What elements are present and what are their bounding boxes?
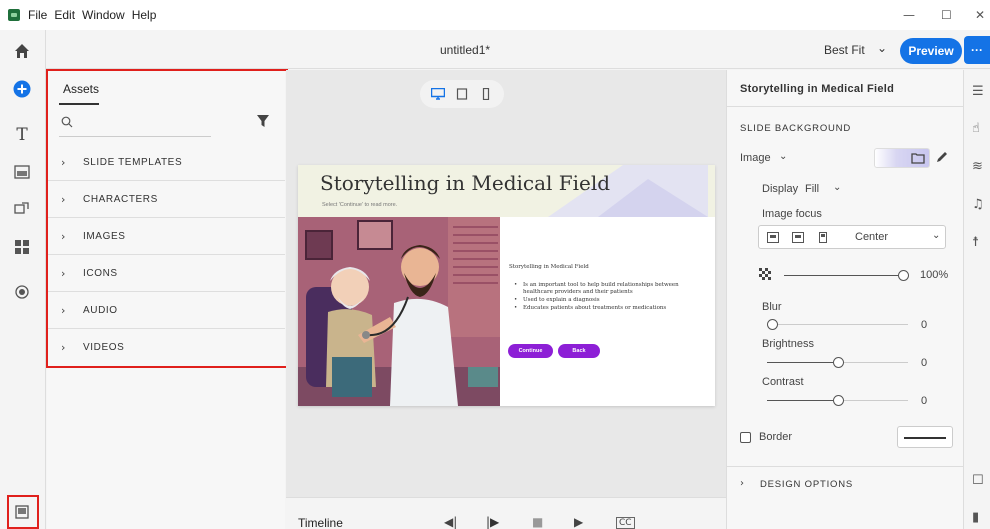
opacity-slider-handle[interactable]	[898, 270, 909, 281]
brightness-value: 0	[921, 357, 928, 369]
background-type-select[interactable]: Image	[740, 152, 771, 164]
minimize-button[interactable]: —	[903, 8, 915, 22]
image-focus-value: Center	[855, 231, 889, 243]
panel-icon[interactable]: ☐	[972, 473, 988, 489]
stop-icon[interactable]: ■	[532, 515, 543, 529]
slide-body-title[interactable]: Storytelling in Medical Field	[509, 264, 589, 270]
border-label: Border	[759, 431, 793, 443]
tablet-icon[interactable]	[455, 88, 469, 100]
media-icon[interactable]	[11, 161, 33, 183]
blur-value: 0	[921, 319, 928, 331]
chevron-down-icon: ⌄	[932, 230, 941, 241]
properties-panel: Storytelling in Medical Field SLIDE BACK…	[726, 70, 964, 529]
preview-button[interactable]: Preview	[900, 38, 962, 64]
contrast-slider-track[interactable]	[767, 400, 833, 401]
blur-slider-handle[interactable]	[767, 319, 778, 330]
slide-bullet: Is an important tool to help build relat…	[514, 282, 704, 296]
section-label: SLIDE BACKGROUND	[740, 123, 851, 134]
contrast-slider-handle[interactable]	[833, 395, 844, 406]
add-icon[interactable]	[11, 78, 33, 100]
slide[interactable]: Storytelling in Medical Field Select 'Co…	[298, 165, 715, 406]
slide-subtitle[interactable]: Select 'Continue' to read more.	[322, 202, 397, 208]
chevron-down-icon[interactable]: ⌄	[833, 182, 841, 193]
divider	[727, 106, 964, 107]
opacity-icon	[759, 268, 771, 280]
skip-back-icon[interactable]: ◀|	[444, 515, 457, 529]
accessibility-icon[interactable]: ☨	[972, 235, 988, 251]
play-icon[interactable]: ▶	[574, 515, 583, 529]
slide-bullet: Educates patients about treatments or me…	[514, 305, 704, 312]
title-bar: File Edit Window Help — ☐ ✕	[0, 0, 990, 30]
image-focus-label: Image focus	[762, 208, 822, 220]
chevron-right-icon[interactable]: ›	[740, 478, 744, 489]
focus-center-icon[interactable]	[792, 232, 804, 243]
display-select[interactable]: Fill	[805, 183, 819, 195]
top-toolbar: untitled1* Best Fit ⌄ Preview ···	[0, 30, 990, 69]
slide-continue-button[interactable]: Continue	[508, 344, 553, 358]
zoom-select[interactable]: Best Fit	[824, 43, 865, 57]
border-checkbox[interactable]	[740, 432, 751, 443]
device-toggle	[420, 80, 504, 108]
menu-help[interactable]: Help	[132, 8, 157, 22]
contrast-slider-track-rest[interactable]	[844, 400, 908, 401]
animation-icon[interactable]: ≋	[972, 159, 988, 175]
contrast-label: Contrast	[762, 376, 804, 388]
border-line-preview	[904, 437, 946, 439]
home-icon[interactable]	[11, 40, 33, 62]
close-button[interactable]: ✕	[975, 8, 985, 22]
interactions-icon[interactable]	[11, 198, 33, 220]
pencil-icon[interactable]	[935, 150, 949, 164]
focus-right-icon[interactable]	[817, 232, 829, 243]
opacity-value: 100%	[920, 269, 949, 281]
display-label: Display	[762, 183, 799, 195]
doctor-patient-illustration[interactable]	[298, 217, 500, 406]
divider	[727, 466, 964, 467]
left-rail: T	[0, 30, 46, 529]
audio-icon[interactable]: ♫	[972, 197, 988, 213]
timeline-label[interactable]: Timeline	[298, 516, 343, 529]
text-icon[interactable]: T	[11, 124, 33, 146]
interactions-icon[interactable]: ☝	[972, 121, 988, 137]
folder-icon[interactable]	[911, 152, 925, 164]
slide-bullet-list[interactable]: Is an important tool to help build relat…	[514, 282, 704, 313]
blur-slider-track[interactable]	[778, 324, 908, 325]
menu-window[interactable]: Window	[82, 8, 125, 22]
chevron-down-icon[interactable]: ⌄	[779, 151, 787, 162]
more-options-button[interactable]: ···	[964, 36, 990, 64]
widgets-icon[interactable]	[11, 236, 33, 258]
app-logo	[8, 9, 20, 21]
document-title: untitled1*	[440, 43, 491, 57]
image-focus-select[interactable]: Center ⌄	[758, 225, 946, 249]
slide-panel-icon[interactable]	[11, 501, 33, 523]
slide-header: Storytelling in Medical Field Select 'Co…	[298, 165, 715, 217]
brightness-slider-handle[interactable]	[833, 357, 844, 368]
properties-icon[interactable]: ☰	[972, 84, 988, 100]
menu-file[interactable]: File	[28, 8, 47, 22]
brightness-slider-track[interactable]	[767, 362, 833, 363]
document-icon[interactable]: ▮	[972, 510, 988, 526]
right-rail: ☰ ☝ ≋ ♫ ☨ ☐ ▮	[963, 70, 990, 529]
mobile-icon[interactable]	[479, 88, 493, 100]
design-options-section[interactable]: DESIGN OPTIONS	[760, 479, 853, 490]
record-icon[interactable]	[11, 281, 33, 303]
closed-captions-icon[interactable]: CC	[616, 517, 635, 529]
brightness-slider-track-rest[interactable]	[844, 362, 908, 363]
slide-title[interactable]: Storytelling in Medical Field	[320, 171, 610, 195]
properties-title: Storytelling in Medical Field	[740, 83, 895, 95]
border-style-select[interactable]	[897, 426, 953, 448]
blur-label: Blur	[762, 301, 782, 313]
step-forward-icon[interactable]: |▶	[486, 515, 499, 529]
slide-bullet: Used to explain a diagnosis	[514, 297, 704, 304]
maximize-button[interactable]: ☐	[941, 8, 952, 22]
timeline-bar: Timeline ◀| |▶ ■ ▶ CC	[286, 497, 726, 529]
contrast-value: 0	[921, 395, 928, 407]
chevron-down-icon[interactable]: ⌄	[877, 41, 887, 55]
opacity-slider-track[interactable]	[784, 275, 898, 276]
slide-back-button[interactable]: Back	[558, 344, 600, 358]
menu-edit[interactable]: Edit	[54, 8, 75, 22]
assets-highlight	[46, 69, 288, 368]
focus-left-icon[interactable]	[767, 232, 779, 243]
desktop-icon[interactable]	[431, 88, 445, 100]
brightness-label: Brightness	[762, 338, 814, 350]
